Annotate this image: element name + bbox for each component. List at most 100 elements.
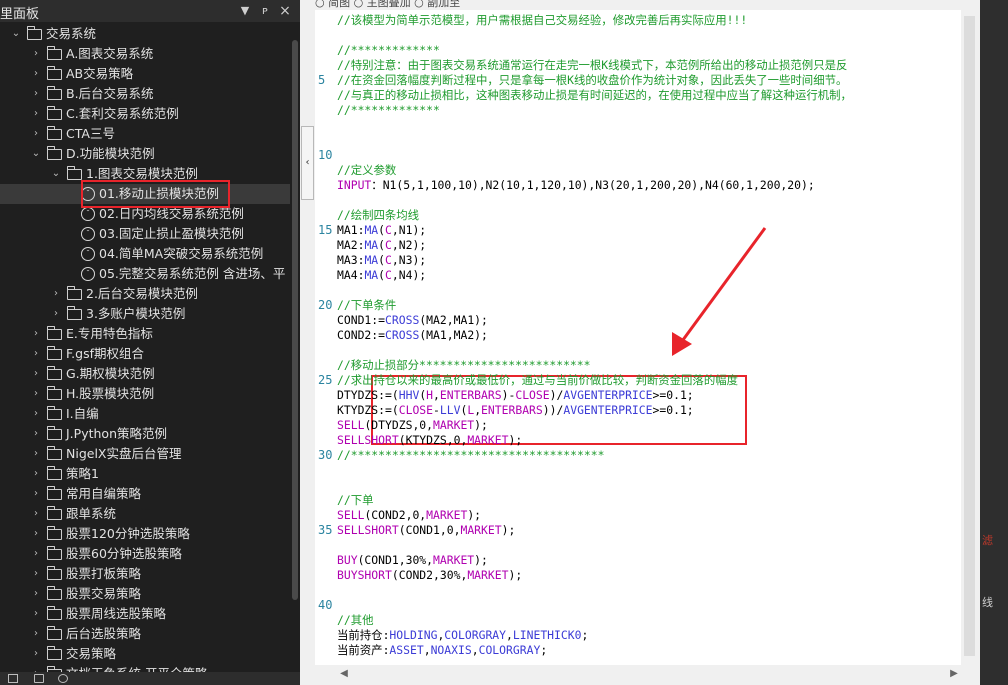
chevron-right-icon[interactable]: › xyxy=(30,84,42,104)
tree-item[interactable]: › 常用自编策略 xyxy=(0,484,290,504)
tree-item[interactable]: › 策略1 xyxy=(0,464,290,484)
code-token: ：N1(5,1,100,10),N2(10,1,120,10),N3(20,1,… xyxy=(371,178,815,192)
chevron-right-icon[interactable]: › xyxy=(30,584,42,604)
folder-icon xyxy=(47,606,62,620)
chevron-right-icon[interactable]: › xyxy=(30,344,42,364)
code-token: , xyxy=(471,643,479,657)
tree-item[interactable]: › 2.后台交易模块范例 xyxy=(0,284,290,304)
chart-mode-options[interactable]: ○ 简图 ○ 主图叠加 ○ 副加至 xyxy=(315,0,965,10)
chevron-right-icon[interactable]: › xyxy=(30,324,42,344)
editor-horizontal-scrollbar[interactable]: ◀ ▶ xyxy=(337,665,961,682)
code-token: COND1:= xyxy=(337,313,386,327)
scroll-right-icon[interactable]: ▶ xyxy=(947,665,961,682)
tree-item[interactable]: ˘ 04.简单MA突破交易系统范例 xyxy=(0,244,290,264)
tree-item[interactable]: ˘ 03.固定止损止盈模块范例 xyxy=(0,224,290,244)
scroll-left-icon[interactable]: ◀ xyxy=(337,665,351,682)
tree-item[interactable]: › 股票60分钟选股策略 xyxy=(0,544,290,564)
chevron-right-icon[interactable]: › xyxy=(30,124,42,144)
tree-item-label: A.图表交易系统 xyxy=(66,46,154,61)
tree-item[interactable]: › 后台选股策略 xyxy=(0,624,290,644)
chevron-right-icon[interactable]: › xyxy=(30,524,42,544)
tree-item[interactable]: › 股票120分钟选股策略 xyxy=(0,524,290,544)
tree-item[interactable]: ⌄ D.功能模块范例 xyxy=(0,144,290,164)
chevron-right-icon[interactable]: › xyxy=(50,284,62,304)
editor-vertical-scrollbar[interactable] xyxy=(961,10,978,665)
tree-item[interactable]: › 跟单系统 xyxy=(0,504,290,524)
code-line: DTYDZS:=(HHV(H,ENTERBARS)-CLOSE)/AVGENTE… xyxy=(337,388,694,403)
tree-item[interactable]: › F.gsf期权组合 xyxy=(0,344,290,364)
tree-scrollbar[interactable] xyxy=(290,22,300,672)
code-token: //特别注意：由于图表交易系统通常运行在走完一根K线模式下，本范例所给出的移动止… xyxy=(337,58,848,72)
pin-icon[interactable]: ᴘ xyxy=(258,4,272,18)
tree-item[interactable]: › 股票打板策略 xyxy=(0,564,290,584)
code-token: MARKET xyxy=(467,568,509,582)
tree-item[interactable]: ⌄ 交易系统 xyxy=(0,24,290,44)
tree-item[interactable]: › 文档玉鱼系统 开平全策略 xyxy=(0,664,290,672)
terminal-icon[interactable] xyxy=(8,674,18,683)
collapse-left-button[interactable]: ‹ xyxy=(301,126,314,200)
chevron-right-icon[interactable]: › xyxy=(30,384,42,404)
chevron-right-icon[interactable]: › xyxy=(30,464,42,484)
chevron-down-icon[interactable]: ⌄ xyxy=(10,24,22,44)
folder-icon xyxy=(47,386,62,400)
code-line: //************* xyxy=(337,43,440,58)
tree-item[interactable]: › B.后台交易系统 xyxy=(0,84,290,104)
edit-icon[interactable] xyxy=(34,674,44,683)
code-token: //在资金回落幅度判断过程中，只是拿每一根K线的收盘价作为统计对象，因此丢失了一… xyxy=(337,73,848,87)
tree-item[interactable]: › G.期权模块范例 xyxy=(0,364,290,384)
tree-item[interactable]: › E.专用特色指标 xyxy=(0,324,290,344)
tree-item[interactable]: › C.套利交易系统范例 xyxy=(0,104,290,124)
chevron-right-icon[interactable]: › xyxy=(30,444,42,464)
folder-icon xyxy=(47,146,62,160)
chevron-right-icon[interactable]: › xyxy=(30,664,42,672)
code-token: C xyxy=(385,223,392,237)
chevron-right-icon[interactable]: › xyxy=(30,604,42,624)
chevron-down-icon[interactable]: ⌄ xyxy=(30,144,42,164)
tree-item[interactable]: › I.自编 xyxy=(0,404,290,424)
chevron-down-icon[interactable]: ⌄ xyxy=(50,164,62,184)
chevron-right-icon[interactable]: › xyxy=(30,564,42,584)
tree-item[interactable]: › 股票交易策略 xyxy=(0,584,290,604)
chevron-right-icon[interactable]: › xyxy=(30,544,42,564)
chevron-right-icon[interactable]: › xyxy=(30,484,42,504)
chevron-right-icon[interactable]: › xyxy=(30,44,42,64)
tree-highlight-box xyxy=(81,180,230,208)
chevron-right-icon[interactable]: › xyxy=(30,104,42,124)
chevron-right-icon[interactable]: › xyxy=(30,64,42,84)
search-icon[interactable] xyxy=(58,674,68,683)
tree-item[interactable]: › 股票周线选股策略 xyxy=(0,604,290,624)
tree-item[interactable]: › H.股票模块范例 xyxy=(0,384,290,404)
code-token: AVGENTERPRICE xyxy=(563,388,653,402)
code-line: //************* xyxy=(337,103,440,118)
chevron-right-icon[interactable]: › xyxy=(30,644,42,664)
editor-vertical-thumb[interactable] xyxy=(964,16,975,656)
code-line: SELL(DTYDZS,0,MARKET); xyxy=(337,418,488,433)
tree-item-label: NigelX实盘后台管理 xyxy=(66,446,182,461)
tree-item[interactable]: › 交易策略 xyxy=(0,644,290,664)
tree-item[interactable]: ˘ 05.完整交易系统范例 含进场、平 xyxy=(0,264,290,284)
code-line: SELLSHORT(KTYDZS,0,MARKET); xyxy=(337,433,522,448)
chevron-right-icon[interactable]: › xyxy=(30,364,42,384)
code-token: )- xyxy=(501,388,516,402)
dropdown-icon[interactable]: ▼ xyxy=(238,4,252,18)
code-token: , xyxy=(506,628,513,642)
tree-scroll-thumb[interactable] xyxy=(292,40,298,600)
chevron-right-icon[interactable]: › xyxy=(30,424,42,444)
folder-icon xyxy=(47,546,62,560)
code-token: SELL xyxy=(337,418,365,432)
tree-item[interactable]: › CTA三号 xyxy=(0,124,290,144)
chevron-right-icon[interactable]: › xyxy=(30,624,42,644)
tree-item[interactable]: › J.Python策略范例 xyxy=(0,424,290,444)
tree-item[interactable]: › NigelX实盘后台管理 xyxy=(0,444,290,464)
chevron-right-icon[interactable]: › xyxy=(30,404,42,424)
tree-item[interactable]: › AB交易策略 xyxy=(0,64,290,84)
code-editor[interactable]: //该模型为简单示范模型，用户需根据自己交易经验，修改完善后再实际应用!!! //… xyxy=(337,10,961,665)
chevron-right-icon[interactable]: › xyxy=(50,304,62,324)
chevron-right-icon[interactable]: › xyxy=(30,504,42,524)
tree-item[interactable]: › 3.多账户模块范例 xyxy=(0,304,290,324)
code-token: //下单条件 xyxy=(337,298,397,312)
close-icon[interactable]: × xyxy=(278,4,292,18)
tree-item-label: 文档玉鱼系统 开平全策略 xyxy=(66,664,207,672)
code-line: //************************************* xyxy=(337,448,604,463)
tree-item[interactable]: › A.图表交易系统 xyxy=(0,44,290,64)
